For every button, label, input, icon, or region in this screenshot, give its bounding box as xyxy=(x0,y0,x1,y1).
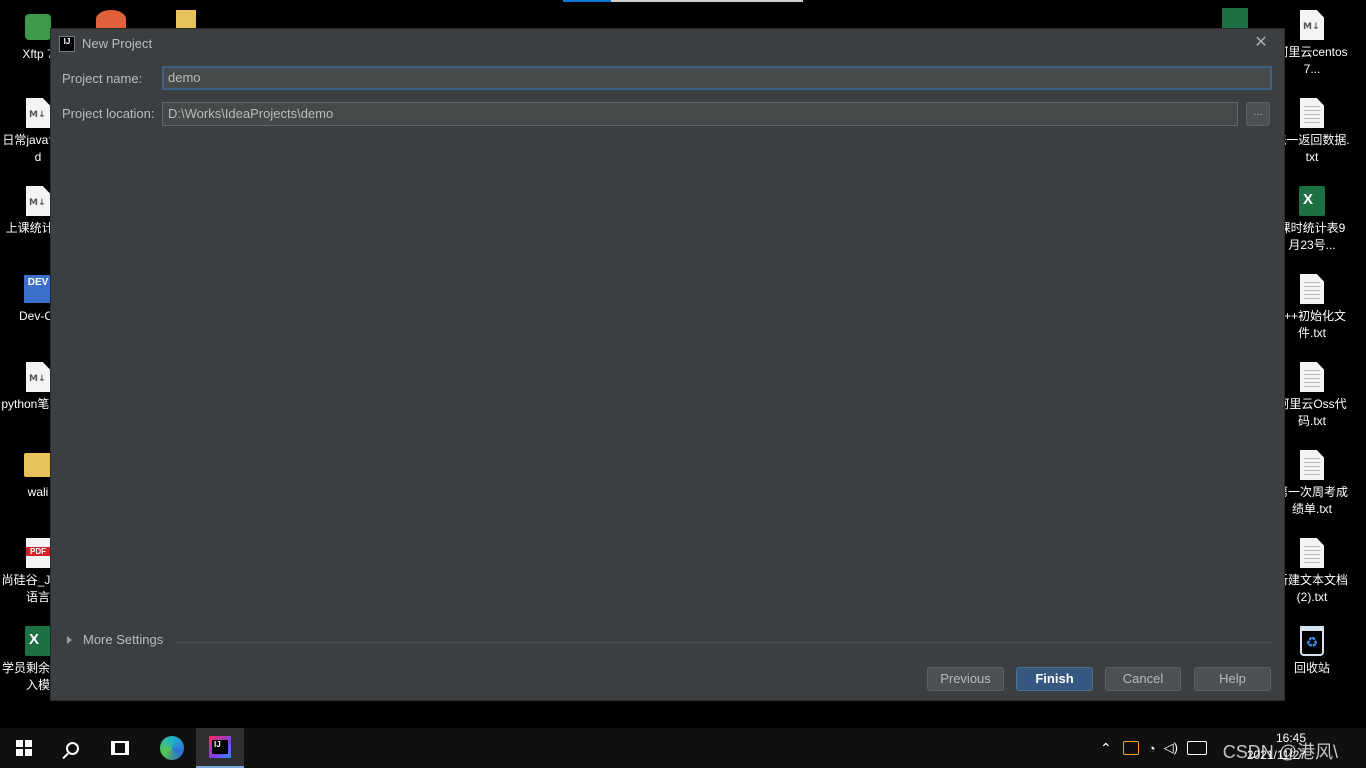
folder-icon xyxy=(23,448,53,482)
desktop-icon-label: 统一返回数据.txt xyxy=(1274,133,1350,164)
taskbar-intellij[interactable] xyxy=(196,728,244,768)
volume-icon[interactable]: ◁) xyxy=(1164,740,1178,756)
project-name-row: Project name: xyxy=(62,71,142,86)
excel-file-icon xyxy=(23,624,53,658)
task-view-icon xyxy=(111,741,129,755)
markdown-file-icon: M↓ xyxy=(23,184,53,218)
finish-button[interactable]: Finish xyxy=(1016,667,1093,691)
desktop-icon-label: 回收站 xyxy=(1293,661,1330,675)
chevron-up-icon[interactable]: ⌃ xyxy=(1100,740,1112,757)
text-file-icon xyxy=(1297,448,1327,482)
app-shortcut-icon[interactable] xyxy=(96,10,126,28)
more-settings-toggle[interactable]: More Settings xyxy=(67,632,163,647)
search-icon xyxy=(65,741,79,755)
excel-file-icon[interactable] xyxy=(1222,8,1248,28)
project-name-label: Project name: xyxy=(62,71,143,86)
desktop-icon-txt-return[interactable]: 统一返回数据.txt xyxy=(1274,96,1350,166)
text-file-icon xyxy=(1297,96,1327,130)
dialog-title: New Project xyxy=(82,36,153,51)
recycle-bin-icon: ♻ xyxy=(1297,624,1327,658)
previous-button[interactable]: Previous xyxy=(927,667,1004,691)
desktop-icon-txt-new[interactable]: 新建文本文档 (2).txt xyxy=(1274,536,1350,606)
desktop-icon-label: 阿里云centos 7... xyxy=(1276,45,1348,76)
divider xyxy=(176,642,1271,643)
desktop-icon-label: 新建文本文档 (2).txt xyxy=(1275,573,1348,604)
desktop-icon-label: Xftp 7 xyxy=(22,47,54,61)
desktop-icon-excel-stats[interactable]: 课时统计表9月23号... xyxy=(1274,184,1350,254)
desktop-icon-label: wali xyxy=(27,485,49,499)
start-button[interactable] xyxy=(0,728,48,768)
taskbar: ⌃ ◔ ◁) 16:45 2021/11/27 CSDN @港风\ xyxy=(0,728,1366,768)
project-location-row: Project location: xyxy=(62,106,155,121)
project-name-input[interactable]: demo xyxy=(162,66,1272,90)
browse-button[interactable]: ... xyxy=(1246,102,1270,126)
intellij-idea-icon xyxy=(209,736,231,758)
markdown-file-icon: M↓ xyxy=(1297,8,1327,42)
watermark-text: CSDN @港风\ xyxy=(1222,742,1338,762)
text-file-icon xyxy=(1297,536,1327,570)
dev-cpp-icon: DEV xyxy=(23,272,53,306)
desktop-icon-txt-exam[interactable]: 第一次周考成绩单.txt xyxy=(1274,448,1350,518)
window-edge-strip xyxy=(611,0,803,2)
markdown-file-icon: M↓ xyxy=(23,360,53,394)
desktop-icon-txt-cpp[interactable]: c++初始化文件.txt xyxy=(1274,272,1350,342)
desktop-icon-label: 第一次周考成绩单.txt xyxy=(1275,485,1348,516)
task-view-button[interactable] xyxy=(96,728,144,768)
expand-triangle-icon xyxy=(67,635,72,644)
desktop-icon-md-aliyun[interactable]: M↓ 阿里云centos 7... xyxy=(1274,8,1350,78)
intellij-logo-icon: IJ xyxy=(59,35,75,52)
text-file-icon xyxy=(1297,272,1327,306)
system-tray: ⌃ ◔ ◁) xyxy=(1094,728,1212,768)
desktop-icon-txt-oss[interactable]: 阿里云Oss代码.txt xyxy=(1274,360,1350,430)
desktop-icon-label: 课时统计表9月23号... xyxy=(1278,221,1346,252)
edge-browser-icon xyxy=(160,736,184,760)
excel-file-icon xyxy=(1297,184,1327,218)
app-tray-icon[interactable] xyxy=(1122,741,1139,755)
project-location-label: Project location: xyxy=(62,106,155,121)
keyboard-icon[interactable] xyxy=(1186,741,1207,755)
more-settings-label: More Settings xyxy=(83,632,164,647)
new-project-dialog: IJ New Project ✕ Project name: demo Proj… xyxy=(50,28,1285,701)
project-location-input[interactable]: D:\Works\IdeaProjects\demo xyxy=(162,102,1238,126)
pdf-file-icon xyxy=(23,536,53,570)
taskbar-edge[interactable] xyxy=(148,728,196,768)
dialog-titlebar[interactable]: IJ New Project ✕ xyxy=(51,29,1284,58)
search-button[interactable] xyxy=(48,728,96,768)
wifi-icon[interactable]: ◔ xyxy=(1148,741,1156,756)
markdown-file-icon: M↓ xyxy=(23,96,53,130)
text-file-icon xyxy=(1297,360,1327,394)
desktop-icon-label: c++初始化文件.txt xyxy=(1277,309,1347,340)
cancel-button[interactable]: Cancel xyxy=(1105,667,1181,691)
folder-icon[interactable] xyxy=(176,10,196,28)
active-window-indicator xyxy=(563,0,611,2)
desktop-icon-recycle-bin[interactable]: ♻ 回收站 xyxy=(1274,624,1350,677)
windows-logo-icon xyxy=(16,740,32,756)
xftp-icon xyxy=(23,10,53,44)
help-button[interactable]: Help xyxy=(1194,667,1271,691)
desktop-icon-label: 阿里云Oss代码.txt xyxy=(1277,397,1347,428)
close-button[interactable]: ✕ xyxy=(1252,34,1270,52)
